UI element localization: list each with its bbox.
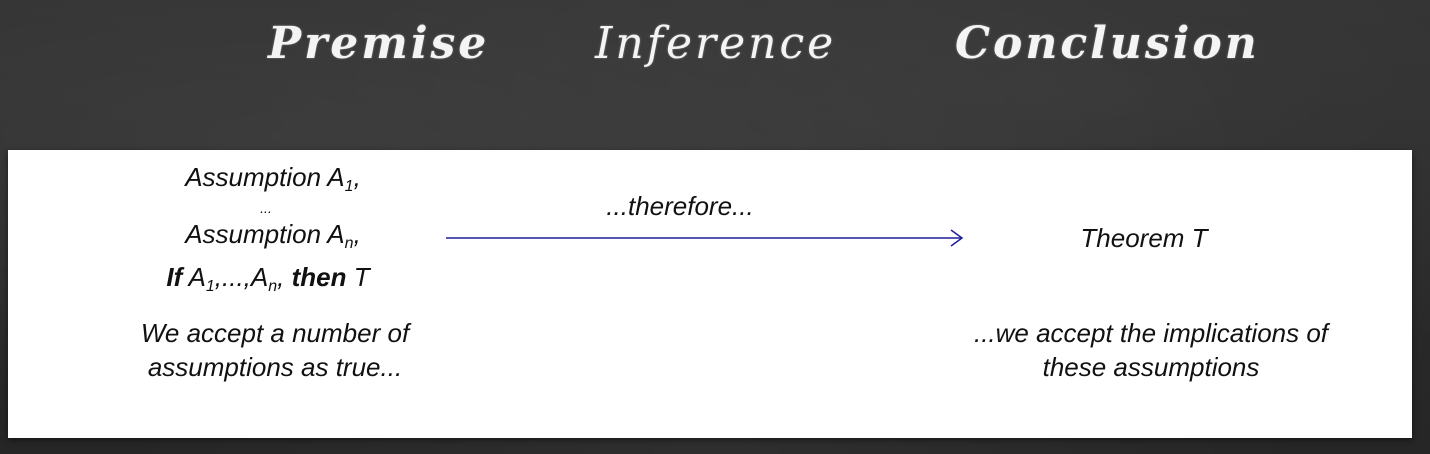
assumption-first-suffix: , — [353, 162, 361, 192]
implication-t: T — [346, 262, 370, 292]
premise-header: Premise — [268, 18, 490, 69]
inference-label: ...therefore... — [606, 191, 754, 221]
assumption-last-suffix: , — [353, 219, 361, 249]
implication-a1: A — [182, 262, 206, 292]
assumption-first-label: Assumption A — [185, 162, 345, 192]
implication-if: If — [166, 262, 183, 292]
premise-caption-line2: assumptions as true... — [147, 352, 403, 382]
premise-caption-line1: We accept a number of — [140, 318, 410, 348]
implication-middle: ,...,A — [214, 262, 269, 292]
assumption-first: Assumption A1, — [185, 162, 361, 196]
implication-rule: If A1,...,An, then T — [166, 262, 369, 296]
inference-arrow — [446, 229, 964, 247]
assumption-last-label: Assumption A — [185, 219, 345, 249]
assumption-last: Assumption An, — [185, 219, 361, 253]
implication-comma: , — [277, 262, 285, 292]
conclusion-caption-line1: ...we accept the implications of — [973, 318, 1329, 348]
implication-an-sub: n — [268, 278, 278, 295]
conclusion-caption-line2: these assumptions — [1042, 352, 1260, 382]
premise-ellipsis: ... — [260, 200, 272, 216]
implication-then: then — [291, 262, 347, 292]
inference-header: Inference — [595, 18, 837, 69]
theorem-t: Theorem T — [1080, 223, 1208, 253]
conclusion-header: Conclusion — [955, 18, 1260, 69]
